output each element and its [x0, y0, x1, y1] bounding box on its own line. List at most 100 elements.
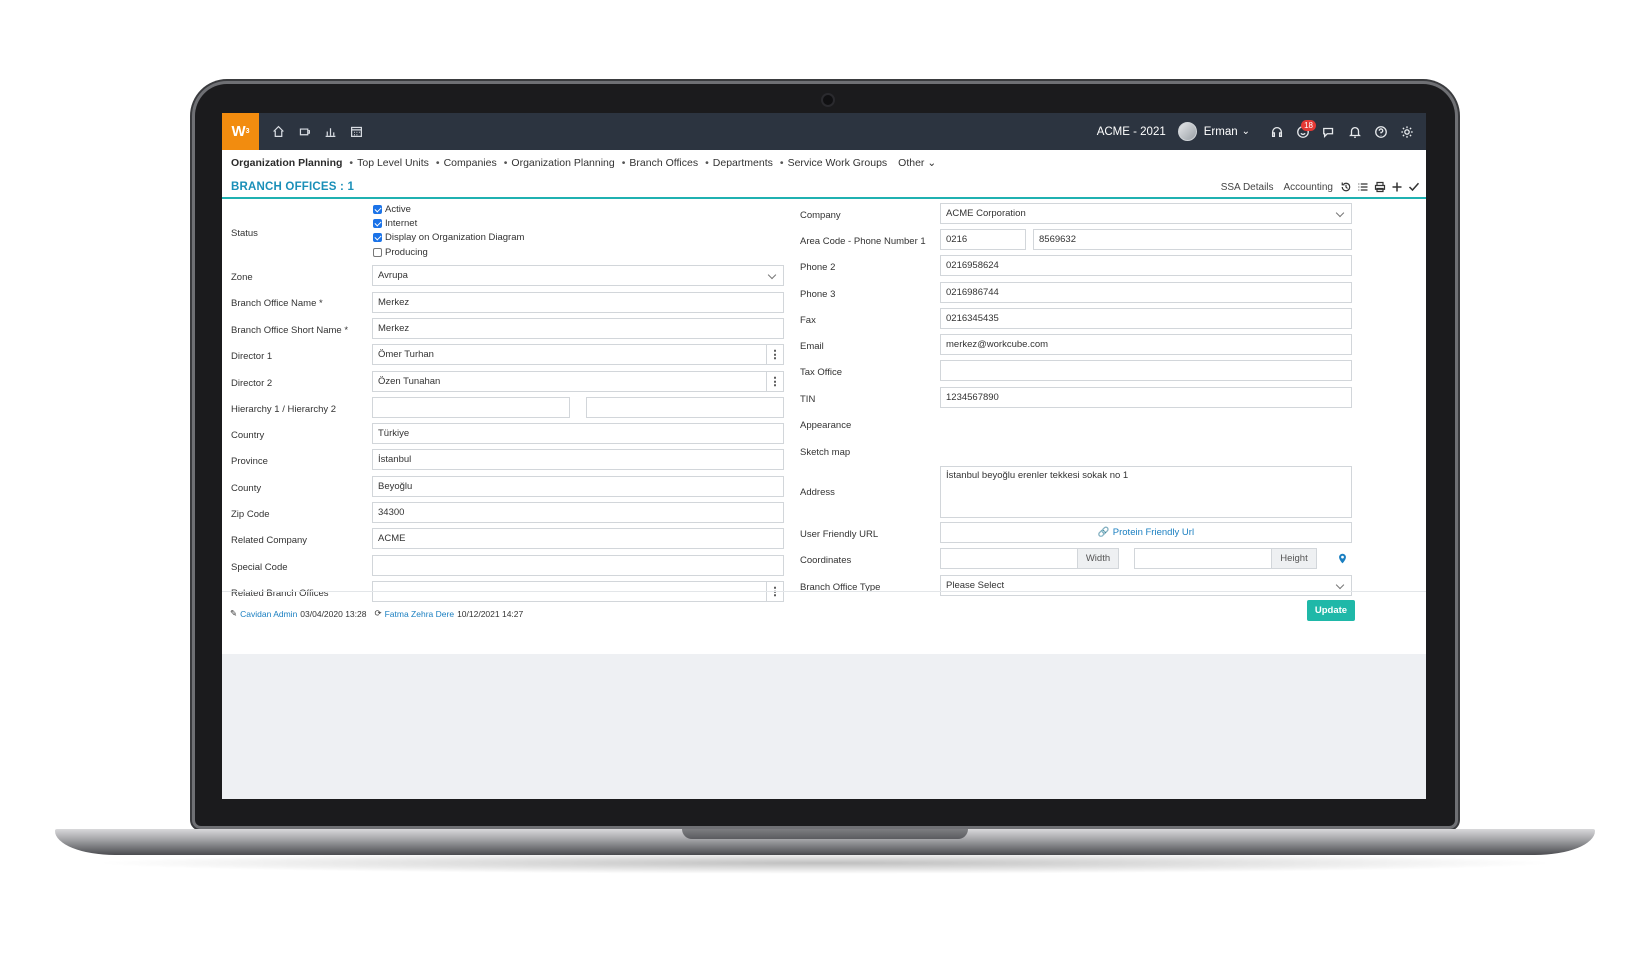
- org-diagram-checkbox[interactable]: Display on Organization Diagram: [373, 232, 524, 243]
- breadcrumb-other[interactable]: Other ⌄: [898, 157, 936, 169]
- history-icon[interactable]: [1337, 180, 1354, 194]
- headset-icon[interactable]: [1264, 113, 1290, 150]
- active-checkbox[interactable]: Active: [373, 204, 411, 215]
- phone2-input[interactable]: 0216958624: [940, 255, 1352, 276]
- related-company-input[interactable]: ACME: [372, 528, 784, 549]
- phone1-input[interactable]: 8569632: [1033, 229, 1352, 250]
- cup-icon[interactable]: [291, 113, 317, 150]
- tin-input[interactable]: 1234567890: [940, 387, 1352, 408]
- gear-icon[interactable]: [1394, 113, 1420, 150]
- hierarchy1-input[interactable]: [372, 397, 570, 418]
- ssa-details-link[interactable]: SSA Details: [1221, 182, 1274, 193]
- app-logo[interactable]: W3: [222, 113, 259, 150]
- internet-checkbox[interactable]: Internet: [373, 218, 417, 229]
- company-select[interactable]: ACME Corporation: [940, 203, 1352, 224]
- coord-height-input[interactable]: [1134, 548, 1272, 569]
- county-input[interactable]: Beyoğlu: [372, 476, 784, 497]
- creator-link[interactable]: Cavidan Admin: [240, 609, 297, 619]
- avatar[interactable]: [1177, 122, 1197, 141]
- height-text: Height: [1280, 553, 1308, 564]
- checkbox-box[interactable]: [373, 233, 382, 242]
- print-icon[interactable]: [1371, 180, 1388, 194]
- coord-width-input[interactable]: [940, 548, 1078, 569]
- province-input[interactable]: İstanbul: [372, 449, 784, 470]
- company-value: ACME Corporation: [946, 208, 1026, 219]
- address-textarea[interactable]: İstanbul beyoğlu erenler tekkesi sokak n…: [940, 466, 1352, 518]
- plus-icon[interactable]: [1388, 180, 1405, 194]
- zone-select[interactable]: Avrupa: [372, 265, 784, 286]
- zip-value: 34300: [378, 507, 405, 518]
- notification-badge: 18: [1301, 120, 1316, 131]
- email-label: Email: [800, 341, 824, 352]
- breadcrumb-item[interactable]: Departments: [713, 157, 773, 169]
- laptop-notch: [682, 829, 968, 839]
- county-value: Beyoğlu: [378, 481, 413, 492]
- director2-label: Director 2: [231, 378, 273, 389]
- short-name-input[interactable]: Merkez: [372, 318, 784, 339]
- bullet: •: [503, 157, 508, 169]
- related-branch-label: Related Branch Offices: [231, 588, 329, 599]
- chevron-down-icon[interactable]: ⌄: [1242, 126, 1250, 137]
- breadcrumb-root[interactable]: Organization Planning: [231, 157, 342, 169]
- laptop-shadow: [90, 852, 1560, 874]
- country-input[interactable]: Türkiye: [372, 423, 784, 444]
- short-name-value: Merkez: [378, 323, 410, 334]
- bell-icon[interactable]: [1342, 113, 1368, 150]
- friendly-url-button[interactable]: 🔗 Protein Friendly Url: [940, 522, 1352, 543]
- checkbox-box[interactable]: [373, 205, 382, 214]
- email-input[interactable]: merkez@workcube.com: [940, 334, 1352, 355]
- help-icon[interactable]: [1368, 113, 1394, 150]
- hierarchy2-input[interactable]: [586, 397, 784, 418]
- zip-input[interactable]: 34300: [372, 502, 784, 523]
- director1-input[interactable]: Ömer Turhan ⋮: [372, 344, 784, 365]
- updater-link[interactable]: Fatma Zehra Dere: [385, 609, 454, 619]
- logo-sup: 3: [245, 128, 250, 135]
- more-icon[interactable]: ⋮: [766, 345, 783, 364]
- divider: [222, 591, 1426, 592]
- breadcrumb-item[interactable]: Branch Offices: [629, 157, 698, 169]
- zip-label: Zip Code: [231, 509, 270, 520]
- special-code-input[interactable]: [372, 555, 784, 576]
- chat-icon[interactable]: [1316, 113, 1342, 150]
- check-icon[interactable]: [1405, 180, 1422, 194]
- breadcrumb: Organization Planning • Top Level Units •…: [222, 150, 1426, 176]
- list-icon[interactable]: [1354, 180, 1371, 194]
- friendly-url-text: Protein Friendly Url: [1112, 527, 1195, 538]
- bullet: •: [435, 157, 440, 169]
- producing-checkbox[interactable]: Producing: [373, 247, 428, 258]
- appearance-label: Appearance: [800, 420, 852, 431]
- user-name[interactable]: Erman: [1204, 126, 1238, 138]
- special-code-label: Special Code: [231, 562, 288, 573]
- bullet: •: [349, 157, 354, 169]
- breadcrumb-item[interactable]: Companies: [444, 157, 497, 169]
- branch-name-value: Merkez: [378, 297, 410, 308]
- org-label[interactable]: ACME - 2021: [1097, 126, 1166, 138]
- province-value: İstanbul: [378, 454, 412, 465]
- more-icon[interactable]: ⋮: [766, 372, 783, 391]
- checkbox-box[interactable]: [373, 248, 382, 257]
- accounting-link[interactable]: Accounting: [1284, 182, 1333, 193]
- branch-name-input[interactable]: Merkez: [372, 292, 784, 313]
- area-code-value: 0216: [946, 234, 968, 245]
- map-pin-icon[interactable]: [1332, 548, 1352, 569]
- phone3-input[interactable]: 0216986744: [940, 282, 1352, 303]
- fax-input[interactable]: 0216345435: [940, 308, 1352, 329]
- breadcrumb-item[interactable]: Organization Planning: [511, 157, 614, 169]
- calendar-icon[interactable]: [343, 113, 369, 150]
- tax-office-input[interactable]: [940, 360, 1352, 381]
- short-name-label: Branch Office Short Name *: [231, 325, 349, 336]
- chart-icon[interactable]: [317, 113, 343, 150]
- area-code-input[interactable]: 0216: [940, 229, 1026, 250]
- breadcrumb-item[interactable]: Service Work Groups: [788, 157, 888, 169]
- related-company-label: Related Company: [231, 535, 308, 546]
- smiley-icon[interactable]: 18: [1290, 113, 1316, 150]
- width-text: Width: [1085, 553, 1111, 564]
- home-icon[interactable]: [265, 113, 291, 150]
- phone2-label: Phone 2: [800, 262, 836, 273]
- width-addon: Width: [1077, 548, 1119, 569]
- update-button[interactable]: Update: [1307, 600, 1355, 621]
- checkbox-box[interactable]: [373, 219, 382, 228]
- branch-type-select[interactable]: Please Select: [940, 575, 1352, 596]
- director2-input[interactable]: Özen Tunahan ⋮: [372, 371, 784, 392]
- breadcrumb-item[interactable]: Top Level Units: [357, 157, 429, 169]
